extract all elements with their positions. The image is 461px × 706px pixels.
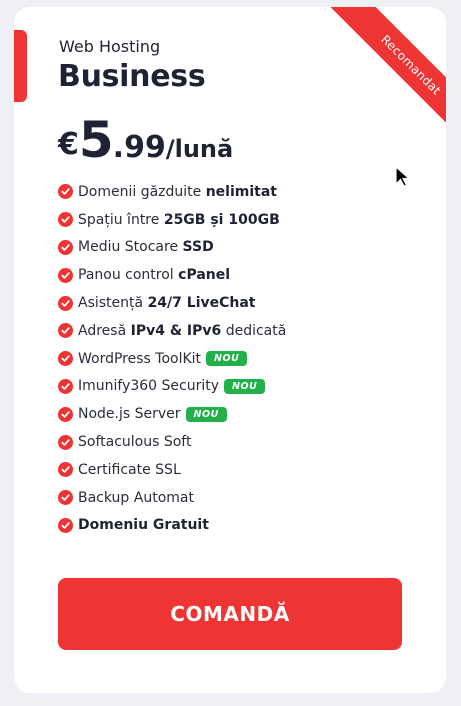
feature-highlight: IPv4 & IPv6 [130,322,222,339]
mouse-cursor-icon [395,165,411,192]
check-icon [58,378,73,394]
check-icon [58,212,73,228]
check-icon [58,434,73,450]
feature-item: WordPress ToolKit NOU [58,345,286,373]
feature-text: Imunify360 Security [78,378,220,395]
feature-text: Softaculous Soft [78,434,192,451]
price-period: /lună [165,135,234,163]
check-icon [58,351,73,367]
feature-text: Adresă [78,322,131,339]
plan-price: €5.99/lună [58,111,233,169]
price-decimal: .99 [112,130,166,165]
new-badge: NOU [206,351,248,367]
feature-text: dedicată [221,322,287,339]
new-badge: NOU [185,406,227,422]
check-icon [58,267,73,283]
feature-highlight: cPanel [178,267,231,284]
feature-text: Mediu Stocare [78,239,183,256]
feature-text: Certificate SSL [78,461,181,478]
feature-highlight: SSD [182,239,214,256]
feature-item: Backup Automat [58,484,286,512]
feature-item: Softaculous Soft [58,428,286,456]
feature-highlight: 24/7 LiveChat [147,295,256,312]
feature-text: Panou control [78,267,179,284]
check-icon [58,490,73,506]
check-icon [58,406,73,422]
feature-item: Domeniu Gratuit [58,512,286,540]
check-icon [58,295,73,311]
feature-highlight: Domeniu Gratuit [78,517,209,534]
accent-bar [14,30,27,102]
recommended-ribbon: Recomandat [321,7,446,139]
pricing-card: Recomandat Web Hosting Business €5.99/lu… [14,7,446,693]
feature-list: Domenii găzduite nelimitat Spațiu între 2… [58,178,286,539]
feature-text: Asistență [78,295,148,312]
feature-item: Node.js Server NOU [58,400,286,428]
feature-item: Imunify360 Security NOU [58,373,286,401]
feature-highlight: 25GB și 100GB [163,211,280,228]
feature-item: Asistență 24/7 LiveChat [58,289,286,317]
feature-item: Certificate SSL [58,456,286,484]
feature-item: Panou control cPanel [58,261,286,289]
feature-text: Spațiu între [78,211,164,228]
feature-text: Domenii găzduite [78,183,206,200]
check-icon [58,184,73,200]
feature-text: Node.js Server [78,406,181,423]
feature-text: Backup Automat [78,489,194,506]
check-icon [58,239,73,255]
check-icon [58,462,73,478]
ribbon-label: Recomandat [328,7,446,139]
check-icon [58,517,73,533]
feature-highlight: nelimitat [205,183,277,200]
feature-item: Adresă IPv4 & IPv6 dedicată [58,317,286,345]
new-badge: NOU [224,378,266,394]
order-button[interactable]: COMANDĂ [58,578,402,650]
check-icon [58,323,73,339]
feature-item: Mediu Stocare SSD [58,234,286,262]
plan-category: Web Hosting [59,37,161,56]
feature-item: Spațiu între 25GB și 100GB [58,206,286,234]
feature-text: WordPress ToolKit [78,350,202,367]
price-currency: € [58,127,79,162]
feature-item: Domenii găzduite nelimitat [58,178,286,206]
price-integer: 5 [78,111,114,169]
plan-title: Business [58,59,206,94]
